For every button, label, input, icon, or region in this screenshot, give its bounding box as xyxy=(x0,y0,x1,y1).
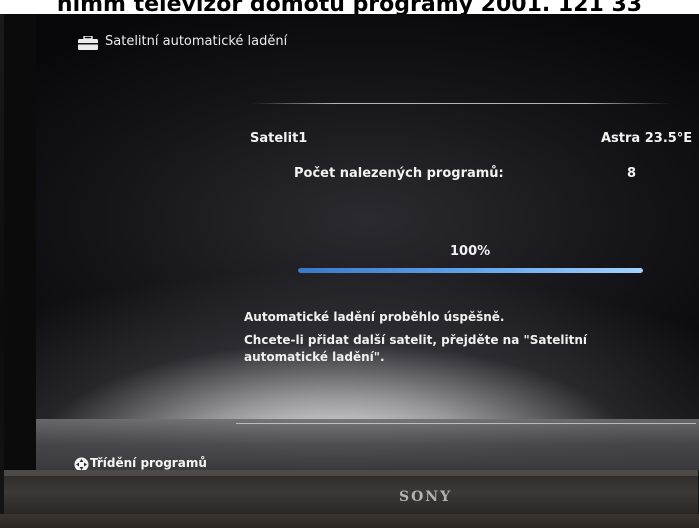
floor xyxy=(0,514,699,528)
tv-screen: Satelitní automatické ladění Satelit1 As… xyxy=(36,14,699,470)
satellite-name: Satelit1 xyxy=(250,131,308,146)
progress-bar-fill xyxy=(298,268,643,273)
progress-bar xyxy=(298,268,643,273)
programs-found-value: 8 xyxy=(627,166,637,181)
screen-title: Satelitní automatické ladění xyxy=(105,34,288,49)
result-message-line-1: Automatické ladění proběhlo úspěšně. xyxy=(244,310,505,324)
progress-percent: 100% xyxy=(450,244,491,259)
tv-bezel-lip xyxy=(4,470,698,476)
programs-found-label: Počet nalezených programů: xyxy=(294,166,504,181)
toolbox-icon xyxy=(78,36,98,50)
sony-logo: SONY xyxy=(399,489,453,505)
tv-bottom-bezel xyxy=(4,470,698,514)
result-message-line-3: automatické ladění". xyxy=(244,350,385,364)
result-message-line-2: Chcete-li přidat další satelit, přejděte… xyxy=(244,333,587,347)
top-divider xyxy=(251,103,671,104)
satellite-value: Astra 23.5°E xyxy=(601,131,693,146)
sort-programs-option[interactable]: Třídění programů xyxy=(90,456,207,470)
bottom-divider xyxy=(236,423,696,424)
dpad-icon xyxy=(74,457,89,470)
